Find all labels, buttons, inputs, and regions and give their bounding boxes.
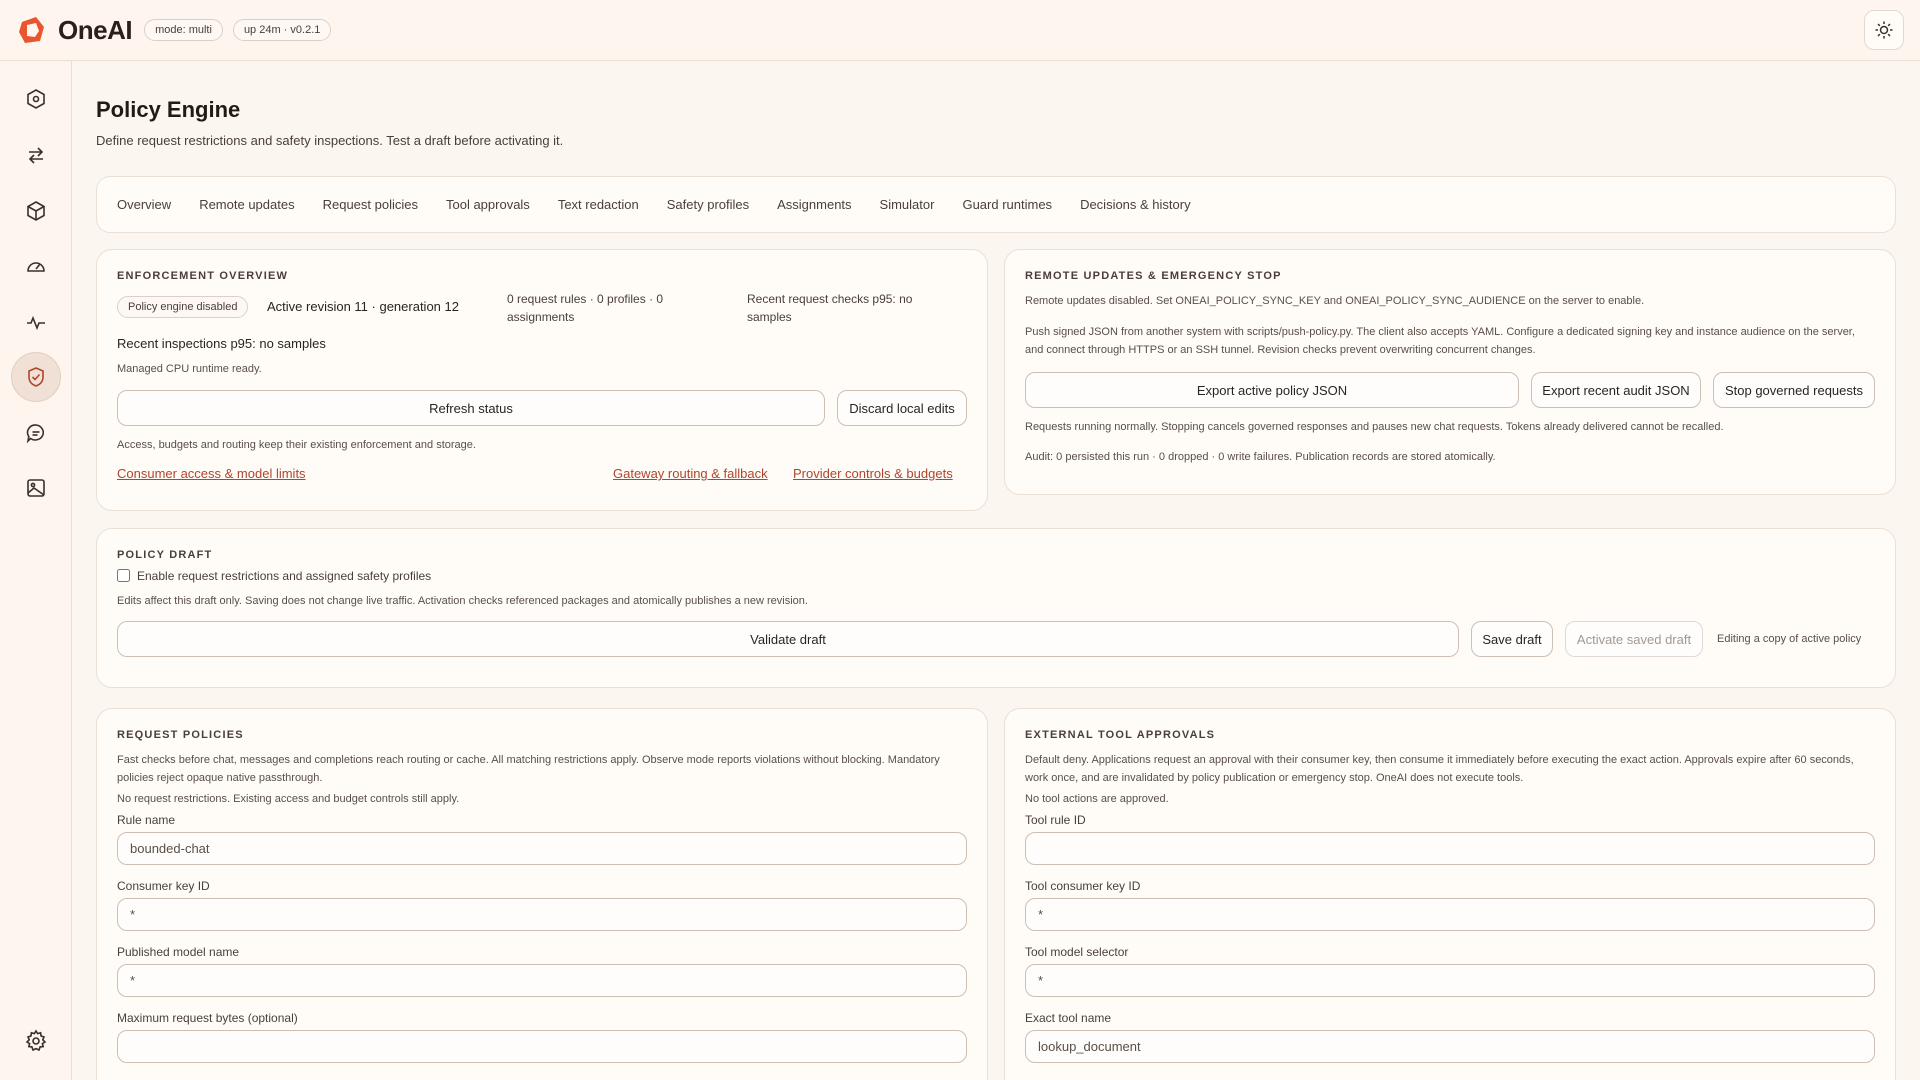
tab-assignments[interactable]: Assignments	[777, 197, 851, 212]
request-policies-description: Fast checks before chat, messages and co…	[117, 754, 940, 784]
tool-rule-id-label: Tool rule ID	[1025, 813, 1086, 827]
nav-activity[interactable]	[11, 297, 61, 347]
hub-icon	[27, 89, 45, 109]
tab-overview[interactable]: Overview	[117, 197, 171, 212]
tool-name-label: Exact tool name	[1025, 1011, 1112, 1025]
nav-dashboard[interactable]	[11, 241, 61, 291]
running-note: Requests running normally. Stopping canc…	[1025, 421, 1724, 433]
consumer-key-label: Consumer key ID	[117, 879, 210, 893]
tool-approvals-card: EXTERNAL TOOL APPROVALS Default deny. Ap…	[1004, 708, 1896, 1080]
tab-guard-runtimes[interactable]: Guard runtimes	[962, 197, 1052, 212]
inspections-p95: Recent inspections p95: no samples	[117, 336, 326, 351]
discard-local-edits-button[interactable]: Discard local edits	[837, 390, 967, 426]
remote-updates-title: REMOTE UPDATES & EMERGENCY STOP	[1025, 270, 1282, 282]
tab-tool-approvals[interactable]: Tool approvals	[446, 197, 530, 212]
request-checks-p95: Recent request checks p95: no samples	[747, 292, 913, 324]
sidebar	[0, 61, 72, 1080]
request-policies-card: REQUEST POLICIES Fast checks before chat…	[96, 708, 988, 1080]
policy-draft-card: POLICY DRAFT Enable request restrictions…	[96, 528, 1896, 688]
max-bytes-input[interactable]	[117, 1030, 967, 1063]
refresh-status-button[interactable]: Refresh status	[117, 390, 825, 426]
provider-controls-link[interactable]: Provider controls & budgets	[793, 466, 953, 481]
validate-draft-button[interactable]: Validate draft	[117, 621, 1459, 657]
gateway-routing-link[interactable]: Gateway routing & fallback	[613, 466, 768, 481]
model-name-input[interactable]	[117, 964, 967, 997]
nav-hub[interactable]	[11, 74, 61, 124]
nav-routing[interactable]	[11, 130, 61, 180]
page-subtitle: Define request restrictions and safety i…	[96, 133, 564, 148]
nav-images[interactable]	[11, 463, 61, 513]
push-policy-note: Push signed JSON from another system wit…	[1025, 326, 1855, 356]
tool-approvals-empty-note: No tool actions are approved.	[1025, 793, 1169, 805]
image-icon	[27, 479, 45, 497]
rule-counts: 0 request rules · 0 profiles · 0 assignm…	[507, 292, 664, 324]
tool-model-selector-label: Tool model selector	[1025, 945, 1129, 959]
active-revision: Active revision 11 · generation 12	[267, 299, 459, 314]
tab-simulator[interactable]: Simulator	[880, 197, 935, 212]
top-bar: OneAI mode: multi up 24m · v0.2.1	[0, 0, 1920, 61]
draft-note: Edits affect this draft only. Saving doe…	[117, 595, 808, 607]
oneai-logo-icon	[16, 14, 48, 46]
tool-consumer-key-label: Tool consumer key ID	[1025, 879, 1141, 893]
stop-governed-requests-button[interactable]: Stop governed requests	[1713, 372, 1875, 408]
nav-policy-engine[interactable]	[11, 352, 61, 402]
remote-disabled-note: Remote updates disabled. Set ONEAI_POLIC…	[1025, 295, 1645, 307]
main-content: Policy Engine Define request restriction…	[96, 61, 1896, 1080]
shield-check-icon	[28, 367, 44, 387]
tool-consumer-key-input[interactable]	[1025, 898, 1875, 931]
policy-tabs: Overview Remote updates Request policies…	[96, 176, 1896, 233]
tool-approvals-description: Default deny. Applications request an ap…	[1025, 754, 1854, 784]
tab-text-redaction[interactable]: Text redaction	[558, 197, 639, 212]
nav-chat[interactable]	[11, 408, 61, 458]
runtime-status: Managed CPU runtime ready.	[117, 363, 262, 375]
audit-note: Audit: 0 persisted this run · 0 dropped …	[1025, 451, 1496, 463]
consumer-access-link[interactable]: Consumer access & model limits	[117, 466, 306, 481]
rule-name-label: Rule name	[117, 813, 176, 827]
tab-request-policies[interactable]: Request policies	[323, 197, 418, 212]
activate-saved-draft-button[interactable]: Activate saved draft	[1565, 621, 1703, 657]
rule-name-input[interactable]	[117, 832, 967, 865]
policy-draft-title: POLICY DRAFT	[117, 549, 213, 561]
request-policies-title: REQUEST POLICIES	[117, 729, 244, 741]
chat-icon	[26, 424, 45, 444]
page-title: Policy Engine	[96, 97, 241, 122]
model-name-label: Published model name	[117, 945, 240, 959]
gear-icon	[25, 1029, 47, 1052]
save-draft-button[interactable]: Save draft	[1471, 621, 1553, 657]
tab-remote-updates[interactable]: Remote updates	[199, 197, 294, 212]
tool-name-input[interactable]	[1025, 1030, 1875, 1063]
nav-settings[interactable]	[11, 1016, 61, 1066]
enforcement-overview-card: ENFORCEMENT OVERVIEW Policy engine disab…	[96, 249, 988, 511]
tool-rule-id-input[interactable]	[1025, 832, 1875, 865]
engine-status-badge: Policy engine disabled	[117, 296, 249, 318]
enforcement-overview-title: ENFORCEMENT OVERVIEW	[117, 270, 289, 282]
remote-updates-card: REMOTE UPDATES & EMERGENCY STOP Remote u…	[1004, 249, 1896, 495]
gauge-icon	[27, 262, 45, 272]
tab-safety-profiles[interactable]: Safety profiles	[667, 197, 749, 212]
enforcement-note: Access, budgets and routing keep their e…	[117, 439, 476, 451]
editing-note: Editing a copy of active policy	[1717, 633, 1862, 645]
request-policies-empty-note: No request restrictions. Existing access…	[117, 793, 460, 805]
sun-icon	[1875, 21, 1893, 39]
brand-name: OneAI	[58, 14, 133, 45]
export-audit-button[interactable]: Export recent audit JSON	[1531, 372, 1701, 408]
enable-restrictions-label: Enable request restrictions and assigned…	[137, 569, 432, 583]
enable-restrictions-checkbox[interactable]	[117, 569, 130, 582]
arrows-swap-icon	[28, 147, 44, 164]
mode-pill: mode: multi	[144, 19, 223, 41]
cube-icon	[27, 201, 45, 221]
tab-decisions-history[interactable]: Decisions & history	[1080, 197, 1191, 212]
uptime-pill: up 24m · v0.2.1	[232, 19, 332, 41]
pulse-icon	[27, 315, 45, 331]
tool-model-selector-input[interactable]	[1025, 964, 1875, 997]
max-bytes-label: Maximum request bytes (optional)	[117, 1011, 298, 1025]
export-active-policy-button[interactable]: Export active policy JSON	[1025, 372, 1519, 408]
tool-approvals-title: EXTERNAL TOOL APPROVALS	[1025, 729, 1216, 741]
consumer-key-input[interactable]	[117, 898, 967, 931]
theme-toggle-button[interactable]	[1864, 10, 1904, 50]
nav-models[interactable]	[11, 186, 61, 236]
